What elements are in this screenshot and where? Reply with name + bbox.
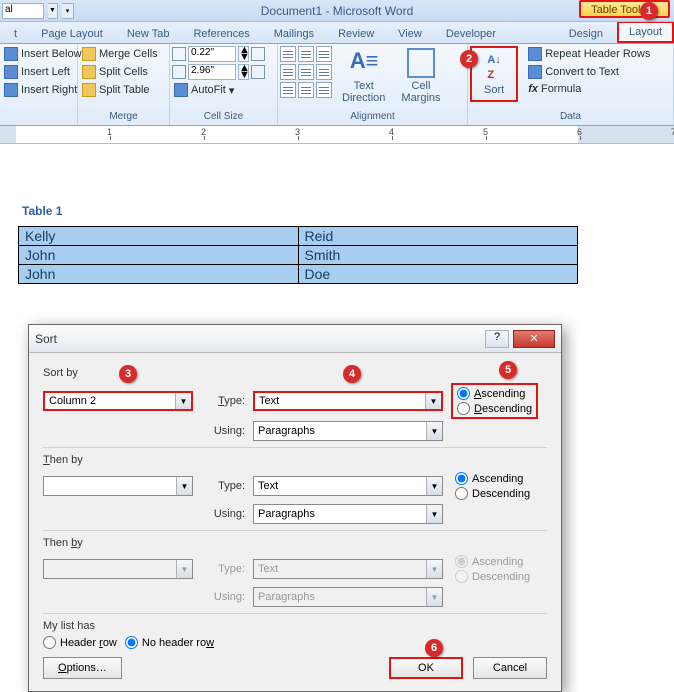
thenby-label: Then by: [43, 454, 547, 466]
badge-1: 1: [640, 2, 658, 20]
dist-rows-icon[interactable]: [251, 47, 265, 61]
thenby2-column-combo: ▼: [43, 559, 193, 579]
options-button[interactable]: Options…: [43, 657, 122, 679]
using-label3: Using:: [201, 591, 245, 603]
badge-2: 2: [460, 50, 478, 68]
split-cells-icon: [82, 65, 96, 79]
qat-more[interactable]: ▾: [62, 3, 74, 19]
thenby2-asc-radio: Ascending: [455, 555, 530, 568]
table-caption: Table 1: [22, 204, 674, 218]
text-direction-button[interactable]: A≡Text Direction: [336, 46, 391, 106]
thenby-asc-radio[interactable]: Ascending: [455, 472, 530, 485]
col-width[interactable]: 2.96"▲▼: [172, 64, 265, 80]
sortby-type-combo[interactable]: Text▼: [253, 391, 443, 411]
thenby-desc-radio[interactable]: Descending: [455, 487, 530, 500]
badge-6: 6: [425, 639, 443, 657]
sortby-desc-radio[interactable]: Descending: [457, 402, 532, 415]
tab-design[interactable]: Design: [559, 25, 613, 43]
insert-below-icon: [4, 47, 18, 61]
insert-left-button[interactable]: Insert Left: [2, 64, 84, 80]
sort-icon: A↓Z: [487, 52, 500, 82]
mylist-label: My list has: [43, 620, 547, 632]
insert-right-icon: [4, 83, 18, 97]
cellsize-group-label: Cell Size: [172, 110, 275, 123]
thenby2-using-combo: Paragraphs▼: [253, 587, 443, 607]
tab-developer[interactable]: Developer: [436, 25, 506, 43]
sortby-column-combo[interactable]: Column 2▼: [43, 391, 193, 411]
sort-dialog: Sort ? ✕ Sort by 3 4 5 Column 2▼ Type: T…: [28, 324, 562, 692]
qat-style-selector[interactable]: al: [2, 3, 44, 19]
convert-text-button[interactable]: Convert to Text: [526, 64, 652, 80]
thenby2-desc-radio: Descending: [455, 570, 530, 583]
row-height[interactable]: 0.22"▲▼: [172, 46, 265, 62]
using-label2: Using:: [201, 508, 245, 520]
formula-icon: fx: [528, 83, 538, 95]
dialog-close-button[interactable]: ✕: [513, 330, 555, 348]
sortby-using-combo[interactable]: Paragraphs▼: [253, 421, 443, 441]
using-label: Using:: [201, 425, 245, 437]
autofit-button[interactable]: AutoFit ▾: [172, 82, 265, 98]
cell-margins-icon: [407, 48, 435, 78]
formula-button[interactable]: fxFormula: [526, 82, 652, 96]
thenby2-label: Then by: [43, 537, 547, 549]
tab-review[interactable]: Review: [328, 25, 384, 43]
dialog-help-button[interactable]: ?: [485, 330, 509, 348]
split-table-button[interactable]: Split Table: [80, 82, 160, 98]
width-icon: [172, 65, 186, 79]
badge-3: 3: [119, 365, 137, 383]
tab-view[interactable]: View: [388, 25, 432, 43]
convert-icon: [528, 65, 542, 79]
tab-mailings[interactable]: Mailings: [264, 25, 324, 43]
dist-cols-icon[interactable]: [251, 65, 265, 79]
tab-new-tab[interactable]: New Tab: [117, 25, 180, 43]
table-row: JohnSmith: [19, 246, 578, 265]
thenby-column-combo[interactable]: ▼: [43, 476, 193, 496]
type-label3: Type:: [201, 563, 245, 575]
group-label: [2, 110, 75, 123]
sortby-asc-radio[interactable]: Ascending: [457, 387, 532, 400]
thenby-using-combo[interactable]: Paragraphs▼: [253, 504, 443, 524]
autofit-icon: [174, 83, 188, 97]
alignment-grid[interactable]: [280, 46, 332, 98]
thenby-type-combo[interactable]: Text▼: [253, 476, 443, 496]
ok-button[interactable]: OK: [389, 657, 463, 679]
cell-margins-button[interactable]: Cell Margins: [395, 46, 446, 106]
table-row: JohnDoe: [19, 265, 578, 284]
no-header-row-radio[interactable]: No header row: [125, 636, 214, 649]
insert-below-button[interactable]: Insert Below: [2, 46, 84, 62]
window-title: Document1 - Microsoft Word: [261, 4, 414, 18]
data-table[interactable]: KellyReid JohnSmith JohnDoe: [18, 226, 578, 284]
tab-t[interactable]: t: [4, 25, 27, 43]
table-row: KellyReid: [19, 227, 578, 246]
qat-dropdown[interactable]: ▼: [48, 3, 58, 19]
tab-references[interactable]: References: [183, 25, 259, 43]
header-row-radio[interactable]: Header row: [43, 636, 117, 649]
split-table-icon: [82, 83, 96, 97]
merge-icon: [82, 47, 96, 61]
cancel-button[interactable]: Cancel: [473, 657, 547, 679]
ruler[interactable]: 1234567: [0, 126, 674, 144]
tab-page-layout[interactable]: Page Layout: [31, 25, 113, 43]
repeat-header-icon: [528, 47, 542, 61]
badge-4: 4: [343, 365, 361, 383]
data-group-label: Data: [470, 110, 671, 123]
text-direction-icon: A≡: [350, 48, 378, 78]
split-cells-button[interactable]: Split Cells: [80, 64, 160, 80]
alignment-group-label: Alignment: [280, 110, 465, 123]
sort-button[interactable]: A↓Z Sort: [478, 50, 510, 98]
tab-layout[interactable]: Layout: [617, 21, 674, 43]
merge-group-label: Merge: [80, 110, 167, 123]
insert-left-icon: [4, 65, 18, 79]
dialog-title: Sort: [35, 332, 485, 346]
insert-right-button[interactable]: Insert Right: [2, 82, 84, 98]
thenby2-type-combo: Text▼: [253, 559, 443, 579]
type-label2: Type:: [201, 480, 245, 492]
type-label: Type:: [201, 395, 245, 407]
height-icon: [172, 47, 186, 61]
badge-5: 5: [499, 361, 517, 379]
merge-cells-button[interactable]: Merge Cells: [80, 46, 160, 62]
repeat-header-button[interactable]: Repeat Header Rows: [526, 46, 652, 62]
